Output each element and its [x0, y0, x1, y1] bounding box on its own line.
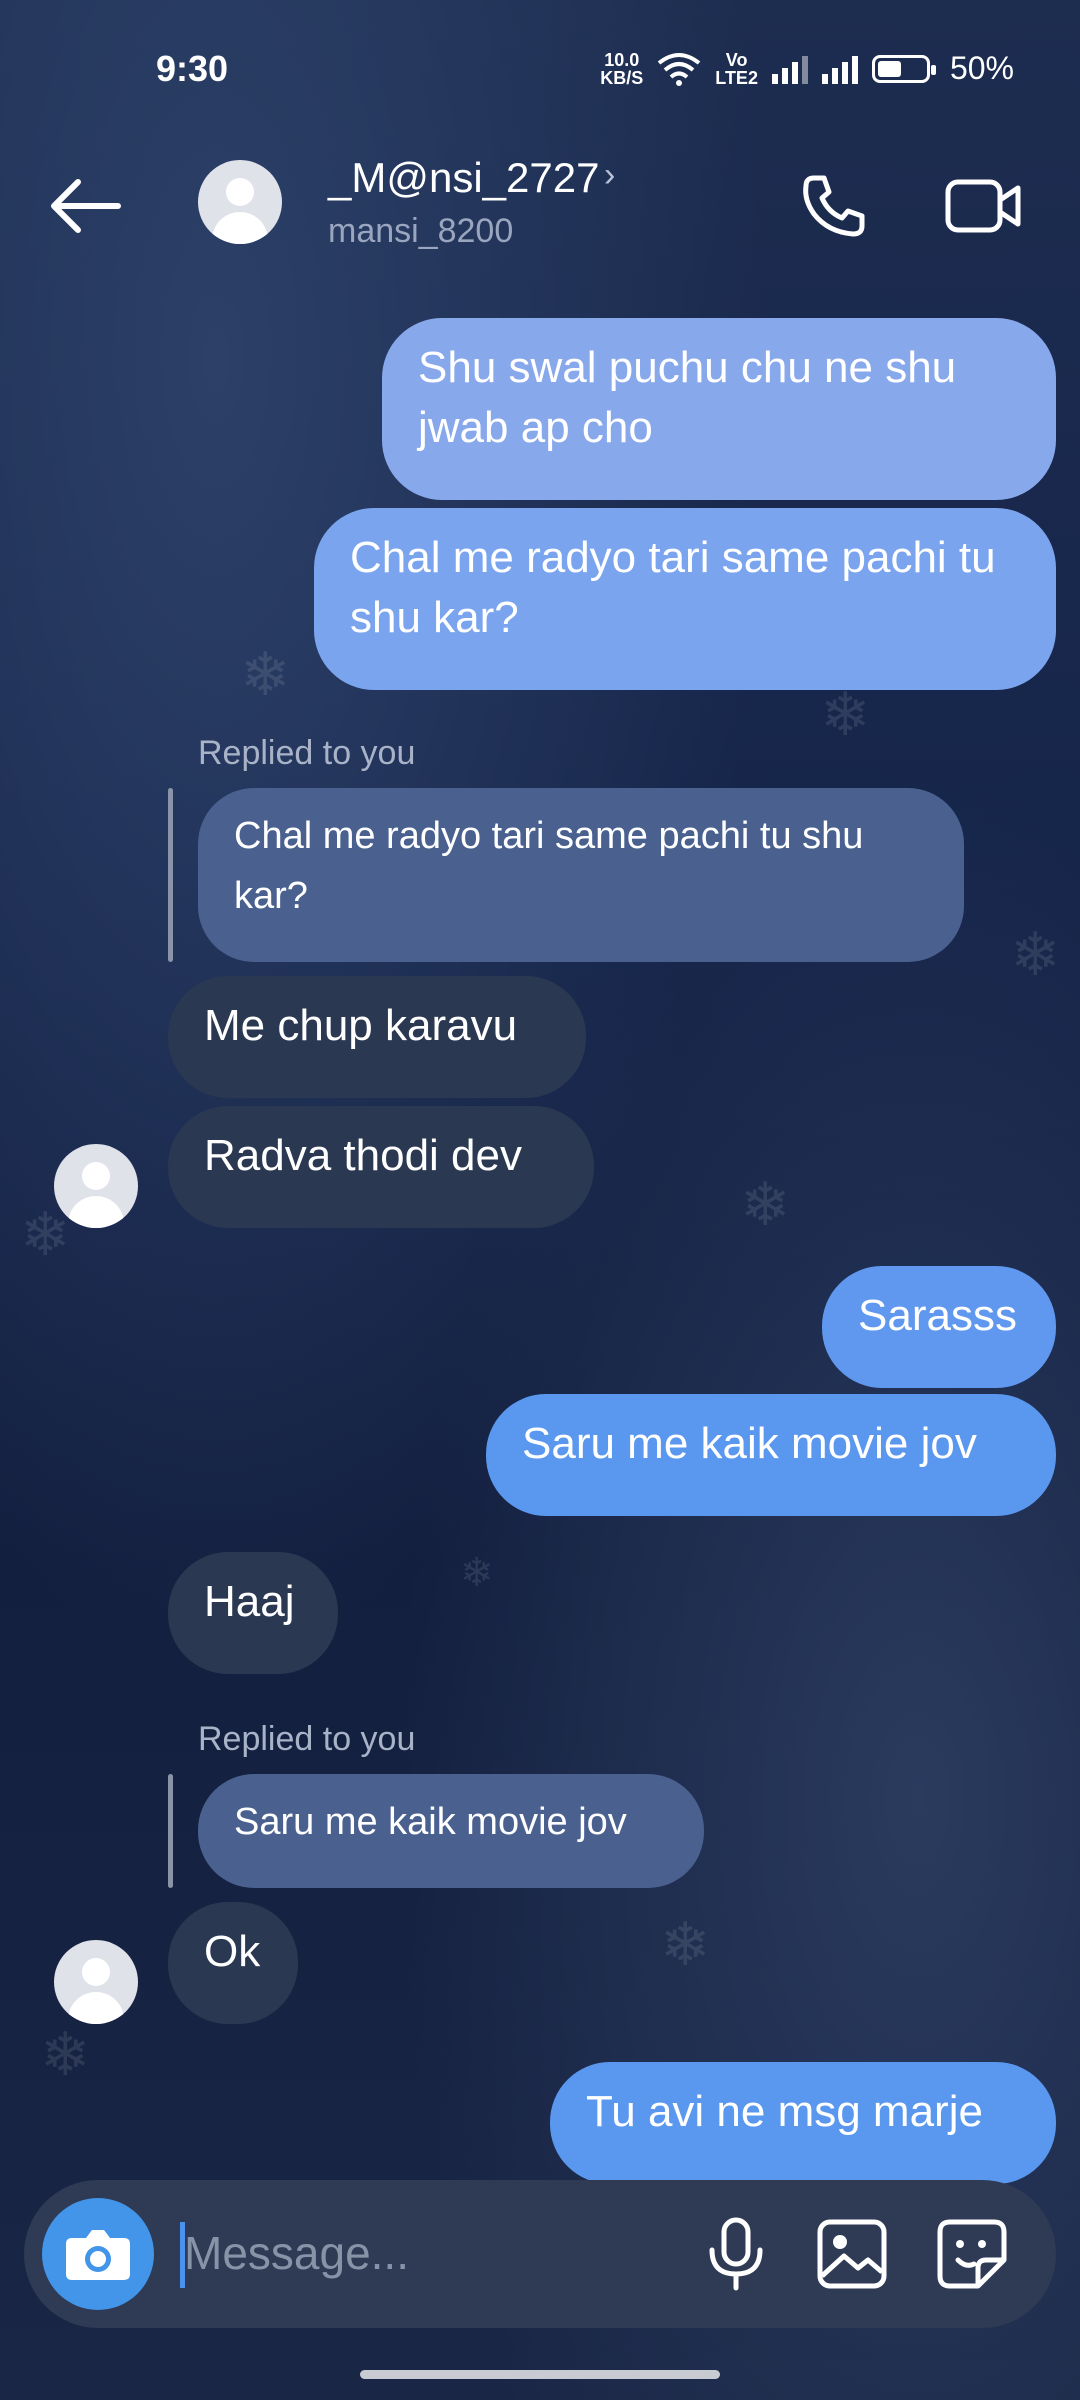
message-composer: Message... — [24, 2180, 1056, 2328]
image-icon[interactable] — [814, 2216, 890, 2292]
status-icons: 10.0 KB/S Vo LTE2 50% — [600, 50, 1014, 87]
incoming-message[interactable]: Me chup karavu — [168, 976, 586, 1098]
reply-indicator-bar — [168, 788, 173, 962]
phone-icon[interactable] — [798, 170, 870, 242]
signal-icon-sim2 — [821, 54, 858, 84]
signal-icon-sim1 — [771, 54, 808, 84]
sender-avatar[interactable] — [54, 1940, 138, 2024]
snowflake-decoration: ❄ — [660, 1911, 711, 1978]
wifi-icon — [658, 52, 701, 86]
reply-label: Replied to you — [198, 1720, 416, 1758]
outgoing-message[interactable]: Shu swal puchu chu ne shu jwab ap cho — [382, 318, 1056, 500]
back-arrow-icon[interactable] — [44, 174, 124, 238]
snowflake-decoration: ❄ — [740, 1171, 791, 1238]
reply-label: Replied to you — [198, 734, 416, 772]
outgoing-message[interactable]: Sarasss — [822, 1266, 1056, 1388]
snowflake-decoration: ❄ — [40, 2021, 91, 2088]
contact-handle: mansi_8200 — [328, 212, 514, 250]
battery-icon — [871, 54, 936, 83]
network-speed-value: 10.0 — [604, 49, 640, 70]
snowflake-decoration: ❄ — [240, 641, 291, 708]
snowflake-decoration: ❄ — [460, 1551, 494, 1595]
camera-icon — [66, 2230, 130, 2280]
network-speed-unit: KB/S — [600, 67, 644, 88]
message-input[interactable]: Message... — [184, 2226, 409, 2280]
outgoing-message[interactable]: Tu avi ne msg marje — [550, 2062, 1056, 2184]
chat-header: _M@nsi_2727 › mansi_8200 — [0, 150, 1080, 270]
status-bar: 9:30 10.0 KB/S Vo LTE2 50% — [0, 0, 1080, 140]
snowflake-decoration: ❄ — [1010, 921, 1061, 988]
snowflake-decoration: ❄ — [820, 681, 871, 748]
battery-percent: 50% — [949, 50, 1014, 86]
sticker-icon[interactable] — [934, 2216, 1010, 2292]
quoted-message[interactable]: Chal me radyo tari same pachi tu shu kar… — [198, 788, 964, 962]
incoming-message[interactable]: Haaj — [168, 1552, 338, 1674]
volte-top: Vo — [725, 49, 748, 70]
sender-avatar[interactable] — [54, 1144, 138, 1228]
volte-bottom: LTE2 — [715, 67, 758, 88]
outgoing-message[interactable]: Chal me radyo tari same pachi tu shu kar… — [314, 508, 1056, 690]
outgoing-message[interactable]: Saru me kaik movie jov — [486, 1394, 1056, 1516]
incoming-message[interactable]: Ok — [168, 1902, 298, 2024]
status-time: 9:30 — [156, 48, 229, 89]
contact-avatar[interactable] — [198, 160, 282, 244]
home-indicator[interactable] — [360, 2370, 720, 2379]
volte-indicator: Vo LTE2 — [715, 51, 758, 87]
reply-indicator-bar — [168, 1774, 173, 1888]
quoted-message[interactable]: Saru me kaik movie jov — [198, 1774, 704, 1888]
incoming-message[interactable]: Radva thodi dev — [168, 1106, 594, 1228]
network-speed: 10.0 KB/S — [600, 51, 643, 87]
chevron-right-icon[interactable]: › — [604, 156, 615, 195]
video-camera-icon[interactable] — [944, 170, 1024, 242]
contact-name[interactable]: _M@nsi_2727 — [328, 154, 599, 202]
microphone-icon[interactable] — [696, 2214, 776, 2294]
camera-button[interactable] — [42, 2198, 154, 2310]
